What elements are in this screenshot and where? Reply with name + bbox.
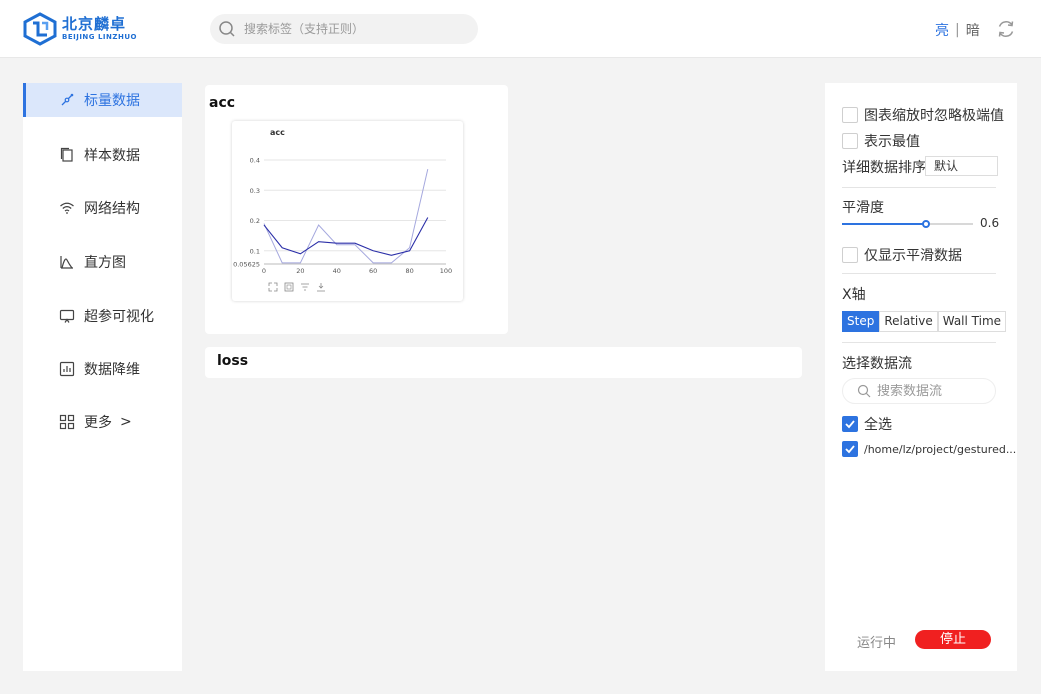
ignore-outliers-checkbox[interactable] <box>842 107 858 123</box>
logo: 北京麟卓 BEIJING LINZHUO <box>22 12 152 46</box>
top-header: 北京麟卓 BEIJING LINZHUO 亮 | 暗 <box>0 0 1041 58</box>
fullscreen-icon <box>268 282 278 292</box>
theme-separator: | <box>955 22 960 38</box>
stop-button[interactable]: 停止 <box>915 630 991 649</box>
monitor-icon <box>59 308 75 324</box>
show-extreme-checkbox[interactable] <box>842 133 858 149</box>
logo-mark-icon <box>23 12 57 46</box>
stream-path-label: /home/lz/project/gestured... <box>864 442 1017 456</box>
sample-icon <box>59 147 75 163</box>
acc-chart-svg: acc 0.05625 0.1 0.2 0.3 0.4 0 20 40 60 80 100 <box>233 128 452 292</box>
sidebar-item-label: 网络结构 <box>84 201 140 217</box>
smoothing-label: 平滑度 <box>842 200 884 216</box>
search-icon <box>219 21 235 37</box>
series-line-raw <box>263 169 429 264</box>
divider <box>842 342 996 343</box>
sort-select[interactable]: 默认 <box>925 156 998 176</box>
sidebar-item-hparams[interactable]: 超参可视化 <box>23 299 182 333</box>
scalar-icon <box>59 92 75 108</box>
smoothing-slider-thumb[interactable] <box>922 220 930 228</box>
sidebar-item-label: 标量数据 <box>84 93 140 109</box>
acc-chart: acc 0.05625 0.1 0.2 0.3 0.4 0 20 40 60 80 100 <box>232 121 463 301</box>
chart-card-acc: acc acc 0.05625 0.1 0.2 0.3 0.4 0 20 40 60 80 100 <box>205 85 508 334</box>
grid-icon <box>59 414 75 430</box>
chevron-right-icon: > <box>120 414 132 430</box>
tag-search-input[interactable] <box>244 22 464 36</box>
xaxis-label: X轴 <box>842 287 866 303</box>
select-all-label: 全选 <box>864 417 892 433</box>
sidebar-item-label: 直方图 <box>84 255 126 271</box>
x-tick-label: 100 <box>440 267 452 275</box>
sidebar-item-network[interactable]: 网络结构 <box>23 191 182 225</box>
y-tick-label: 0.2 <box>250 217 260 225</box>
y-tick-label: 0.3 <box>250 187 260 195</box>
sidebar-item-sample[interactable]: 样本数据 <box>23 138 182 172</box>
sidebar-item-more[interactable]: 更多 > <box>23 405 182 439</box>
sidebar: 标量数据 样本数据 网络结构 直方图 超参可视化 数据降维 更多 > <box>23 83 182 671</box>
tag-search-box[interactable] <box>210 14 478 44</box>
sidebar-item-histogram[interactable]: 直方图 <box>23 245 182 279</box>
card-title-acc: acc <box>209 95 236 111</box>
histogram-icon <box>59 254 75 270</box>
xaxis-option-step[interactable]: Step <box>842 311 880 332</box>
x-tick-label: 40 <box>333 267 341 275</box>
x-tick-label: 20 <box>296 267 304 275</box>
stream-label: 选择数据流 <box>842 356 912 372</box>
sidebar-item-scalar[interactable]: 标量数据 <box>23 83 182 117</box>
search-icon <box>857 384 871 398</box>
divider <box>842 273 996 274</box>
sort-label: 详细数据排序 <box>842 160 926 176</box>
sidebar-item-label: 样本数据 <box>84 148 140 164</box>
logo-en: BEIJING LINZHUO <box>62 33 137 41</box>
sidebar-item-label: 超参可视化 <box>84 309 154 325</box>
xaxis-segmented-control: Step Relative Wall Time <box>842 311 1007 332</box>
chart-card-loss[interactable]: loss <box>205 347 802 378</box>
run-status: 运行中 <box>857 636 897 651</box>
only-smoothed-option[interactable]: 仅显示平滑数据 <box>842 245 962 265</box>
logo-cn: 北京麟卓 <box>62 15 127 33</box>
sidebar-item-label: 数据降维 <box>84 362 140 378</box>
settings-panel: 图表缩放时忽略极端值 表示最值 详细数据排序 默认 平滑度 0.6 仅显示平滑数… <box>825 83 1017 671</box>
select-all-checkbox[interactable] <box>842 416 858 432</box>
show-extreme-option[interactable]: 表示最值 <box>842 131 920 151</box>
chart-title: acc <box>270 128 285 137</box>
check-icon <box>845 420 855 429</box>
series-line-smoothed <box>263 217 429 256</box>
select-icon <box>284 282 294 292</box>
card-title-loss: loss <box>217 353 249 369</box>
wifi-icon <box>59 200 75 216</box>
only-smoothed-label: 仅显示平滑数据 <box>864 248 962 264</box>
xaxis-option-relative[interactable]: Relative <box>879 311 938 332</box>
ignore-outliers-option[interactable]: 图表缩放时忽略极端值 <box>842 105 1004 125</box>
theme-light-option[interactable]: 亮 <box>935 20 949 40</box>
stream-search-box[interactable] <box>842 378 996 404</box>
check-icon <box>845 445 855 454</box>
download-icon <box>317 283 325 292</box>
y-tick-label: 0.05625 <box>233 261 260 269</box>
refresh-icon[interactable] <box>996 19 1016 39</box>
smoothing-slider-fill <box>842 223 926 225</box>
sidebar-item-label: 更多 <box>84 415 112 431</box>
theme-dark-option[interactable]: 暗 <box>966 20 980 40</box>
xaxis-option-walltime[interactable]: Wall Time <box>937 311 1007 332</box>
chart-icon <box>59 361 75 377</box>
sidebar-item-dimreduce[interactable]: 数据降维 <box>23 352 182 386</box>
divider <box>842 187 996 188</box>
filter-icon <box>301 283 309 291</box>
smoothing-value: 0.6 <box>980 216 1000 230</box>
show-extreme-label: 表示最值 <box>864 134 920 150</box>
x-tick-label: 80 <box>405 267 413 275</box>
stream-item[interactable]: /home/lz/project/gestured... <box>842 441 1016 457</box>
only-smoothed-checkbox[interactable] <box>842 247 858 263</box>
ignore-outliers-label: 图表缩放时忽略极端值 <box>864 108 1004 124</box>
y-tick-label: 0.1 <box>250 247 260 255</box>
stream-checkbox[interactable] <box>842 441 858 457</box>
select-all-option[interactable]: 全选 <box>842 414 892 434</box>
x-tick-label: 0 <box>262 267 266 275</box>
stream-search-input[interactable] <box>877 383 987 399</box>
x-tick-label: 60 <box>369 267 377 275</box>
y-tick-label: 0.4 <box>250 157 260 165</box>
theme-switch: 亮 | 暗 <box>935 20 980 40</box>
